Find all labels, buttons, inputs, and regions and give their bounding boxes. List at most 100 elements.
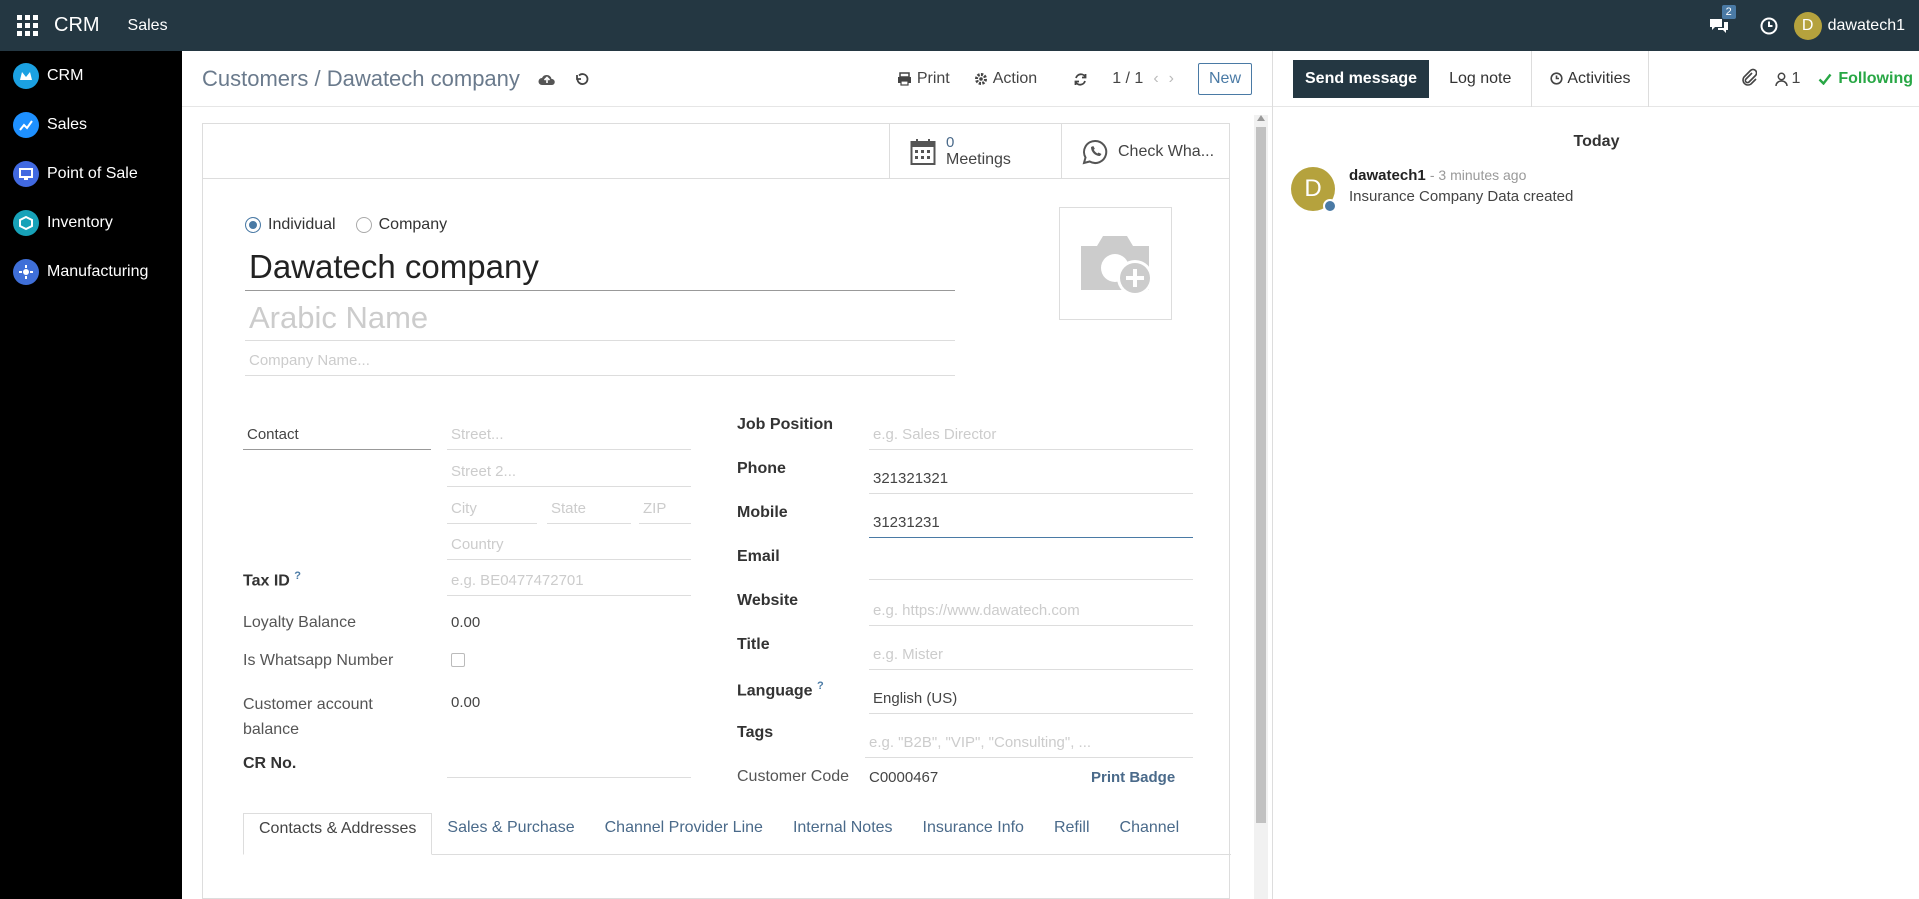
pager-value[interactable]: 1 / 1 <box>1112 70 1143 88</box>
individual-label[interactable]: Individual <box>268 216 336 234</box>
state-input[interactable]: State <box>547 498 631 524</box>
undo-icon <box>576 72 589 85</box>
sidebar-item-crm[interactable]: CRM <box>0 51 182 100</box>
top-navbar: CRM Sales 2 D dawatech1 <box>0 0 1919 51</box>
tab-internal-notes[interactable]: Internal Notes <box>778 812 908 854</box>
sidebar-item-point-of-sale[interactable]: Point of Sale <box>0 149 182 198</box>
menu-sales[interactable]: Sales <box>128 17 168 35</box>
title-input[interactable]: e.g. Mister <box>869 644 1193 670</box>
pager-prev-icon[interactable]: ‹ <box>1153 70 1158 88</box>
refresh-button[interactable] <box>1073 72 1088 87</box>
tags-label: Tags <box>737 724 774 741</box>
new-button[interactable]: New <box>1197 63 1252 95</box>
app-brand[interactable]: CRM <box>54 14 100 37</box>
check-icon <box>1818 73 1832 85</box>
phone-input[interactable]: 321321321 <box>869 468 1193 494</box>
form-sheet-wrapper: 0 Meetings Check Wha... Individual Compa… <box>202 123 1231 899</box>
phone-label: Phone <box>737 460 786 477</box>
mobile-input[interactable]: 31231231 <box>869 512 1193 538</box>
sidebar-item-sales[interactable]: Sales <box>0 100 182 149</box>
city-input[interactable]: City <box>447 498 537 524</box>
form-sheet: 0 Meetings Check Wha... Individual Compa… <box>202 123 1231 899</box>
action-label: Action <box>992 70 1038 87</box>
image-upload[interactable] <box>1059 207 1172 320</box>
address-type-select[interactable]: Contact <box>243 424 431 450</box>
send-message-button[interactable]: Send message <box>1293 59 1430 98</box>
log-note-button[interactable]: Log note <box>1429 60 1531 98</box>
print-badge-button[interactable]: Print Badge <box>1091 769 1175 786</box>
customer-code-label: Customer Code <box>737 768 850 785</box>
discard-button[interactable] <box>574 71 590 87</box>
email-label: Email <box>737 548 780 565</box>
customer-balance-label: Customer account balance <box>243 696 373 738</box>
name-input[interactable]: Dawatech company <box>245 246 955 291</box>
tags-input[interactable]: e.g. "B2B", "VIP", "Consulting", ... <box>865 732 1193 758</box>
sales-app-icon <box>13 111 39 138</box>
form-scrollbar[interactable] <box>1254 115 1268 899</box>
following-button[interactable]: Following <box>1818 70 1913 88</box>
message-author[interactable]: dawatech1 <box>1349 167 1426 184</box>
street2-input[interactable]: Street 2... <box>447 461 691 487</box>
check-whatsapp-smart-button[interactable]: Check Wha... <box>1061 124 1229 179</box>
cr-no-input[interactable] <box>447 752 691 778</box>
individual-radio[interactable] <box>245 217 261 233</box>
author-avatar[interactable]: D <box>1291 167 1337 213</box>
sidebar-item-label: Sales <box>47 115 88 133</box>
job-position-input[interactable]: e.g. Sales Director <box>869 424 1193 450</box>
language-select[interactable]: English (US) <box>869 688 1193 714</box>
mobile-label: Mobile <box>737 504 788 521</box>
calendar-icon <box>910 138 936 165</box>
paperclip-icon <box>1742 68 1758 86</box>
activities-label: Activities <box>1567 69 1631 87</box>
meetings-smart-button[interactable]: 0 Meetings <box>889 124 1061 179</box>
action-button[interactable]: Action <box>974 70 1037 88</box>
activities-clock-button[interactable] <box>1760 17 1778 35</box>
sidebar-item-manufacturing[interactable]: Manufacturing <box>0 247 182 296</box>
sidebar-item-inventory[interactable]: Inventory <box>0 198 182 247</box>
tab-refill[interactable]: Refill <box>1039 812 1105 854</box>
save-cloud-button[interactable] <box>538 72 556 86</box>
sidebar-item-label: CRM <box>47 66 84 84</box>
refresh-icon <box>1074 72 1087 86</box>
whatsapp-icon <box>1082 139 1108 164</box>
tab-contacts-addresses[interactable]: Contacts & Addresses <box>243 813 433 855</box>
tab-channel[interactable]: Channel <box>1105 812 1195 854</box>
is-whatsapp-checkbox[interactable] <box>451 653 465 667</box>
company-radio[interactable] <box>355 217 372 233</box>
breadcrumb[interactable]: Customers / Dawatech company <box>202 66 520 92</box>
zip-input[interactable]: ZIP <box>639 498 691 524</box>
tab-sales-purchase[interactable]: Sales & Purchase <box>432 812 589 854</box>
tab-channel-provider-line[interactable]: Channel Provider Line <box>590 812 778 854</box>
tab-insurance-info[interactable]: Insurance Info <box>908 812 1039 854</box>
whatsapp-label: Check Wha... <box>1118 142 1215 160</box>
message-body: Insurance Company Data created <box>1349 188 1574 205</box>
country-input[interactable]: Country <box>447 534 691 560</box>
company-label[interactable]: Company <box>379 216 447 234</box>
sidebar-item-label: Manufacturing <box>47 262 149 280</box>
pager-next-icon[interactable]: › <box>1169 70 1174 88</box>
loyalty-balance-value: 0.00 <box>451 614 481 631</box>
street-input[interactable]: Street... <box>447 424 691 450</box>
website-input[interactable]: e.g. https://www.dawatech.com <box>869 600 1193 626</box>
message-time: - 3 minutes ago <box>1429 167 1527 183</box>
control-panel: Customers / Dawatech company Print Actio… <box>182 51 1272 107</box>
tax-id-input[interactable]: e.g. BE0477472701 <box>447 570 691 596</box>
print-button[interactable]: Print <box>897 70 950 88</box>
email-input[interactable] <box>869 554 1193 580</box>
user-menu[interactable]: D dawatech1 <box>1793 11 1905 40</box>
partner-type-radio-group: Individual Company <box>245 216 447 234</box>
arabic-name-input[interactable]: Arabic Name <box>245 298 955 341</box>
scroll-up-arrow-icon[interactable] <box>1257 115 1265 121</box>
messages-button[interactable]: 2 <box>1708 4 1736 35</box>
attachments-button[interactable] <box>1741 68 1758 91</box>
form-view: Customers / Dawatech company Print Actio… <box>182 51 1272 899</box>
apps-menu-button[interactable] <box>0 0 54 51</box>
chatter-message: D dawatech1 - 3 minutes ago Insurance Co… <box>1291 167 1574 213</box>
loyalty-balance-label: Loyalty Balance <box>243 614 356 631</box>
is-whatsapp-label: Is Whatsapp Number <box>243 652 394 669</box>
scroll-thumb[interactable] <box>1256 127 1266 823</box>
activities-button[interactable]: Activities <box>1531 50 1650 107</box>
chatter-topbar: Send message Log note Activities 1 Follo… <box>1273 50 1919 107</box>
followers-button[interactable]: 1 <box>1775 70 1800 88</box>
company-name-input[interactable]: Company Name... <box>245 348 955 376</box>
